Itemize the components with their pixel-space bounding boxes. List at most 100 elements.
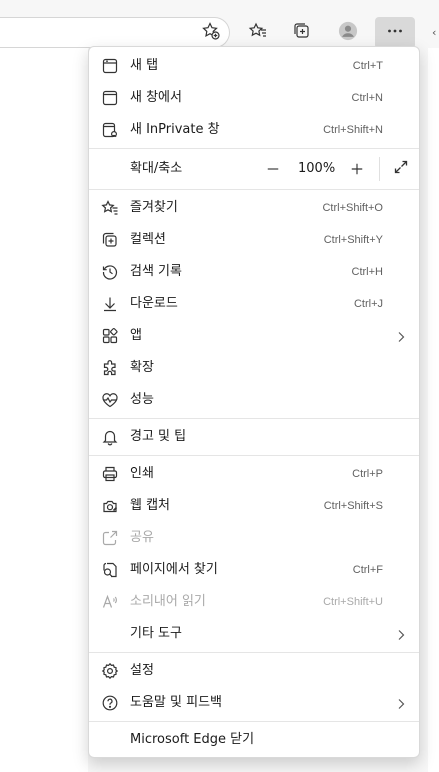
shortcut: Ctrl+Shift+S [323,500,383,512]
menu-divider [89,721,419,722]
collections-icon [292,21,312,45]
menu-item-apps[interactable]: 앱 [89,320,419,352]
browser-toolbar: ‹ [0,0,439,49]
menu-item-label: 확장 [130,360,154,375]
shortcut: Ctrl+Shift+O [322,202,383,214]
profile-icon [338,21,358,45]
profile-button[interactable] [334,19,362,47]
shortcut: Ctrl+P [352,468,383,480]
menu-item-zoom: 확대/축소 100% [89,149,419,189]
zoom-value: 100% [298,161,336,176]
web-capture-icon [101,497,119,515]
menu-item-find[interactable]: 페이지에서 찾기 Ctrl+F [89,554,419,586]
shortcut: Ctrl+T [352,60,383,72]
address-bar[interactable] [0,17,230,48]
share-icon [101,529,119,547]
settings-and-more-button[interactable] [375,17,415,49]
download-icon [101,295,119,313]
collections-button[interactable] [288,19,316,47]
menu-item-extensions[interactable]: 확장 [89,352,419,384]
menu-divider [89,418,419,419]
menu-item-favorites[interactable]: 즐겨찾기 Ctrl+Shift+O [89,192,419,224]
menu-item-label: 경고 및 팁 [130,429,187,444]
chevron-right-icon [395,627,407,641]
favorites-icon [248,21,268,45]
menu-item-close-edge[interactable]: Microsoft Edge 닫기 [89,724,419,756]
menu-item-print[interactable]: 인쇄 Ctrl+P [89,458,419,490]
menu-item-label: Microsoft Edge 닫기 [130,732,255,747]
menu-item-new-window[interactable]: 새 창에서 Ctrl+N [89,82,419,114]
menu-item-label: 성능 [130,392,154,407]
menu-item-label: 확대/축소 [130,161,183,176]
more-icon [385,21,405,45]
shortcut: Ctrl+N [351,92,383,104]
menu-item-label: 앱 [130,328,142,343]
menu-item-label: 웹 캡처 [130,498,171,513]
favorites-button[interactable] [244,19,272,47]
menu-item-new-tab[interactable]: 새 탭 Ctrl+T [89,50,419,82]
menu-item-label: 즐겨찾기 [130,200,178,215]
menu-item-alerts[interactable]: 경고 및 팁 [89,421,419,453]
menu-item-performance[interactable]: 성능 [89,384,419,416]
settings-menu: 새 탭 Ctrl+T 새 창에서 Ctrl+N 새 InPrivate 창 Ct… [88,46,420,758]
inprivate-icon [101,121,119,139]
shortcut: Ctrl+H [351,266,383,278]
menu-item-settings[interactable]: 설정 [89,655,419,687]
menu-item-label: 검색 기록 [130,264,182,279]
shortcut: Ctrl+Shift+N [323,124,383,136]
shortcut: Ctrl+F [352,564,383,576]
zoom-out-button[interactable] [263,159,283,179]
chevron-right-icon [395,329,407,343]
favorites-icon [101,199,119,217]
menu-item-label: 기타 도구 [130,626,182,641]
menu-item-label: 페이지에서 찾기 [130,562,218,577]
fullscreen-button[interactable] [391,159,411,179]
gear-icon [101,662,119,680]
extensions-icon [101,359,119,377]
menu-item-inprivate[interactable]: 새 InPrivate 창 Ctrl+Shift+N [89,114,419,146]
menu-item-label: 새 창에서 [130,90,182,105]
read-aloud-icon [101,593,119,611]
menu-divider [89,455,419,456]
menu-item-label: 소리내어 읽기 [130,594,206,609]
menu-item-label: 설정 [130,663,154,678]
menu-item-label: 컬렉션 [130,232,166,247]
menu-item-web-capture[interactable]: 웹 캡처 Ctrl+Shift+S [89,490,419,522]
menu-item-more-tools[interactable]: 기타 도구 [89,618,419,650]
menu-item-label: 새 InPrivate 창 [130,122,220,137]
zoom-in-button[interactable] [347,159,367,179]
menu-item-downloads[interactable]: 다운로드 Ctrl+J [89,288,419,320]
help-icon [101,694,119,712]
favorite-add-button[interactable] [197,19,225,47]
menu-item-read-aloud[interactable]: 소리내어 읽기 Ctrl+Shift+U [89,586,419,618]
menu-divider [89,652,419,653]
printer-icon [101,465,119,483]
page-content-right [428,48,439,772]
fullscreen-icon [393,159,409,179]
chevron-right-icon [395,696,407,710]
menu-item-share[interactable]: 공유 [89,522,419,554]
zoom-divider [379,157,380,181]
menu-item-label: 공유 [130,530,154,545]
page-content [0,48,88,772]
menu-item-label: 인쇄 [130,466,154,481]
chevron-left-icon: ‹ [432,26,437,39]
new-tab-icon [101,57,119,75]
favorite-add-icon [201,21,221,45]
menu-item-label: 다운로드 [130,296,178,311]
menu-item-label: 도움말 및 피드백 [130,695,222,710]
menu-item-collections[interactable]: 컬렉션 Ctrl+Shift+Y [89,224,419,256]
apps-icon [101,327,119,345]
shortcut: Ctrl+Shift+Y [323,234,383,246]
performance-icon [101,391,119,409]
menu-item-history[interactable]: 검색 기록 Ctrl+H [89,256,419,288]
collections-icon [101,231,119,249]
menu-divider [89,189,419,190]
menu-item-help[interactable]: 도움말 및 피드백 [89,687,419,719]
bell-icon [101,428,119,446]
new-window-icon [101,89,119,107]
shortcut: Ctrl+Shift+U [323,596,383,608]
find-icon [101,561,119,579]
history-icon [101,263,119,281]
shortcut: Ctrl+J [353,298,383,310]
